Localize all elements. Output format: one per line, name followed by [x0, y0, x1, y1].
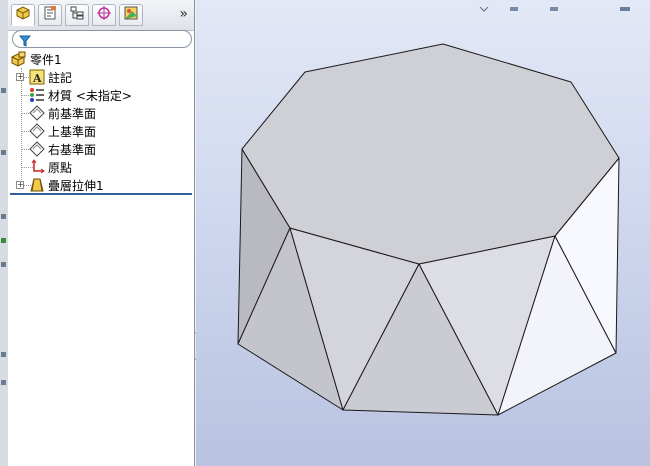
- tree-item-label: 註記: [48, 70, 73, 85]
- tab-configuration-manager[interactable]: [65, 4, 89, 26]
- filter-icon: [18, 32, 32, 51]
- tree-item-part[interactable]: 零件1: [11, 50, 62, 68]
- tree-item-top-plane[interactable]: 上基準面: [29, 122, 96, 140]
- tree-item-label: 原點: [48, 160, 73, 175]
- display-manager-icon: [123, 5, 139, 25]
- feature-manager-panel: » 零件1 + A 註記 材質 <未指定> 前基準面 上基準面 右基準面 原點 …: [8, 0, 195, 466]
- tree-item-material[interactable]: 材質 <未指定>: [29, 86, 132, 104]
- material-icon: [29, 87, 45, 103]
- origin-icon: [29, 159, 45, 175]
- tree-item-front-plane[interactable]: 前基準面: [29, 104, 96, 122]
- feature-tree-icon: [15, 5, 31, 25]
- tree-item-label: 材質 <未指定>: [48, 88, 132, 103]
- rollback-bar[interactable]: [10, 193, 192, 195]
- tab-dimxpert[interactable]: [92, 4, 116, 26]
- tab-property-manager[interactable]: [38, 4, 62, 26]
- loft-feature-icon: [29, 177, 45, 193]
- feature-manager-tabs: »: [8, 0, 194, 31]
- tree-item-label: 零件1: [30, 52, 62, 67]
- graphics-area[interactable]: [196, 0, 650, 466]
- part-icon: [11, 51, 27, 67]
- tree-item-label: 前基準面: [48, 106, 97, 121]
- plane-icon: [29, 141, 45, 157]
- tree-item-label: 右基準面: [48, 142, 97, 157]
- configuration-manager-icon: [69, 5, 85, 25]
- more-tabs-button[interactable]: »: [179, 6, 188, 22]
- tab-display-manager[interactable]: [119, 4, 143, 26]
- tree-item-origin[interactable]: 原點: [29, 158, 72, 176]
- plane-icon: [29, 105, 45, 121]
- tree-item-annotations[interactable]: + A 註記: [16, 68, 72, 86]
- tab-feature-tree[interactable]: [11, 4, 35, 26]
- tree-item-loft[interactable]: + 疊層拉伸1: [16, 176, 104, 194]
- dimxpert-icon: [96, 5, 112, 25]
- tree-item-right-plane[interactable]: 右基準面: [29, 140, 96, 158]
- annotations-icon: A: [29, 69, 45, 85]
- part-model-view[interactable]: [196, 0, 650, 466]
- feature-tree-filter[interactable]: [12, 30, 192, 48]
- tree-item-label: 上基準面: [48, 124, 97, 139]
- svg-text:A: A: [32, 72, 42, 85]
- expand-toggle[interactable]: +: [16, 73, 24, 81]
- expand-toggle[interactable]: +: [16, 181, 24, 189]
- plane-icon: [29, 123, 45, 139]
- tree-item-label: 疊層拉伸1: [48, 178, 104, 193]
- property-manager-icon: [42, 5, 58, 25]
